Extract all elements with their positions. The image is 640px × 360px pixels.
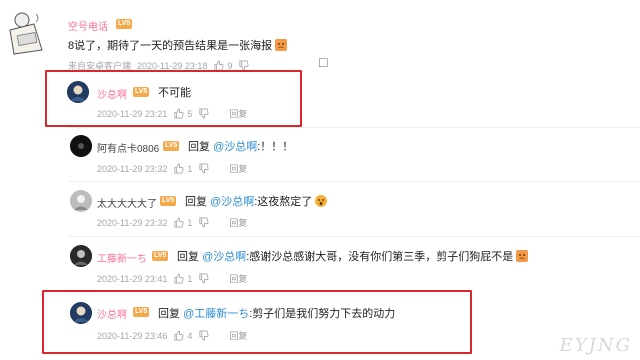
comment-text: 回复 @沙总啊:这夜熬定了 [185,193,328,209]
username[interactable]: 工藤新一ち [97,250,147,265]
mention-link[interactable]: @沙总啊 [213,141,257,153]
like-count: 5 [187,108,193,119]
avatar[interactable] [70,245,92,267]
comment-meta: 2020-11-29 23:46 4 回复 [97,329,247,342]
like-count: 1 [187,163,193,174]
timestamp: 2020-11-29 23:18 [137,60,208,71]
comment-text: 不可能 [158,87,191,99]
highlight-box-2 [42,290,472,354]
mention-link[interactable]: @工藤新一ち [183,308,249,320]
watermark-logo: EYJNG [559,335,632,356]
shocked-emoji-icon [315,195,328,207]
username[interactable]: 沙总啊 [97,86,127,101]
thumbs-down-icon[interactable] [198,108,209,119]
thumbs-down-icon[interactable] [198,217,209,228]
avatar[interactable] [70,302,92,324]
crying-emoji-icon [275,39,288,51]
avatar[interactable] [70,190,92,212]
reply-button[interactable]: 回复 [229,329,247,342]
username[interactable]: 沙总啊 [97,306,127,321]
mention-link[interactable]: @沙总啊 [202,251,246,263]
comment-text: 8说了，期待了一天的预告结果是一张海报 [68,37,288,53]
thumbs-up-icon[interactable] [173,108,184,119]
comment-text: 回复 @工藤新一ち:剪子们是我们努力下去的动力 [158,305,395,321]
divider [68,127,640,128]
thumbs-down-icon[interactable] [198,273,209,284]
timestamp: 2020-11-29 23:41 [97,273,168,284]
thumbs-up-icon[interactable] [173,217,184,228]
comment-text-content: :！！！ [257,141,294,153]
cartoon-avatar-icon [9,12,43,55]
thumbs-up-icon[interactable] [173,163,184,174]
level-badge: LV5 [160,196,177,206]
reply-button[interactable]: 回复 [229,162,247,175]
comment-text: 回复 @沙总啊:！！！ [188,138,293,154]
thumbs-up-icon[interactable] [173,273,184,284]
timestamp: 2020-11-29 23:46 [97,330,168,341]
like-count: 9 [227,60,233,71]
reply-button[interactable]: 回复 [229,216,247,229]
level-badge: LV5 [163,141,180,151]
comment-text-content: 8说了，期待了一天的预告结果是一张海报 [68,40,273,52]
timestamp: 2020-11-29 23:32 [97,163,168,174]
comment-meta: 2020-11-29 23:32 1 回复 [97,162,247,175]
thumbs-up-icon[interactable] [173,330,184,341]
divider [68,181,640,182]
username[interactable]: 太大大大大了 [97,195,157,210]
reply-prefix: 回复 [185,196,207,208]
avatar[interactable] [70,135,92,157]
comment-text: 回复 @沙总啊:感谢沙总感谢大哥，没有你们第三季，剪子们狗屁不是 [177,248,529,264]
timestamp: 2020-11-29 23:32 [97,217,168,228]
comment-meta: 2020-11-29 23:21 5 回复 [97,107,247,120]
like-count: 1 [187,217,193,228]
avatar[interactable] [67,81,89,103]
reply-prefix: 回复 [188,141,210,153]
level-badge: LV5 [152,251,169,261]
comment-text-content: :感谢沙总感谢大哥，没有你们第三季，剪子们狗屁不是 [246,251,514,263]
thumbs-down-icon[interactable] [198,330,209,341]
reply-prefix: 回复 [158,308,180,320]
like-count: 4 [187,330,193,341]
avatar[interactable] [4,10,50,56]
username[interactable]: 阿有点卡0806 [97,140,159,155]
reply-prefix: 回复 [177,251,199,263]
comment-meta: 2020-11-29 23:32 1 回复 [97,216,247,229]
divider [68,236,640,237]
comment-text-content: :剪子们是我们努力下去的动力 [249,308,396,320]
like-count: 1 [187,273,193,284]
crying-emoji-icon [516,250,529,262]
mention-link[interactable]: @沙总啊 [210,196,254,208]
username[interactable]: 空号电话 [68,18,108,33]
thumbs-down-icon[interactable] [198,163,209,174]
level-badge: LV5 [133,87,150,97]
level-badge: LV5 [116,19,133,29]
reply-button[interactable]: 回复 [229,107,247,120]
level-badge: LV5 [133,307,150,317]
reply-button[interactable]: 回复 [229,272,247,285]
comment-text-content: :这夜熬定了 [254,196,313,208]
comment-meta: 2020-11-29 23:41 1 回复 [97,272,247,285]
timestamp: 2020-11-29 23:21 [97,108,168,119]
more-options-icon[interactable]: ☐ [318,56,329,70]
